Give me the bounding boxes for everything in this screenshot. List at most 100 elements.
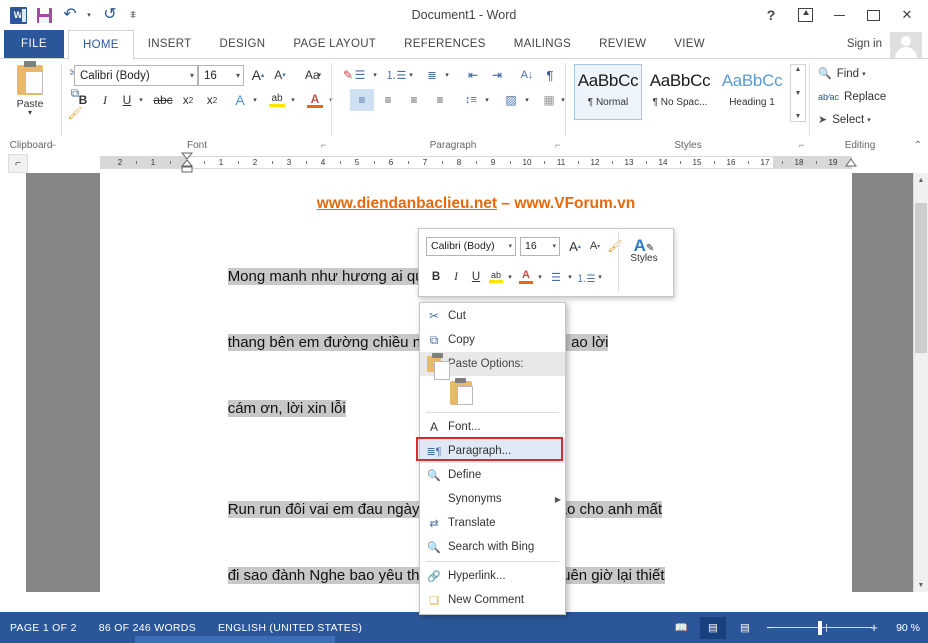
context-menu-item-paragraph[interactable]: ≣¶ Paragraph... <box>416 437 565 463</box>
shading-icon[interactable]: ▨ <box>500 89 522 111</box>
superscript-icon[interactable]: x2 <box>202 89 222 111</box>
tab-insert[interactable]: INSERT <box>134 30 206 58</box>
zoom-level-label[interactable]: 90 % <box>886 622 920 634</box>
font-size-dropdown-icon[interactable]: ▾ <box>236 71 240 80</box>
scrollbar-thumb[interactable] <box>915 203 927 353</box>
numbering-dropdown-icon[interactable]: ▾ <box>406 64 418 86</box>
context-menu-paste-option-keep-source[interactable] <box>420 376 565 410</box>
mini-bold-icon[interactable]: B <box>426 266 446 288</box>
select-button[interactable]: ➤ Select ▾ <box>818 113 871 127</box>
styles-more-icon[interactable]: ▼ <box>795 112 802 121</box>
context-menu[interactable]: ✂ Cut ⧉ Copy Paste Options: A Font... ≣¶… <box>416 302 566 615</box>
mini-shrink-font-icon[interactable]: A ▾ <box>585 235 605 257</box>
style-normal[interactable]: AaBbCc ¶ Normal <box>574 64 642 120</box>
font-color-icon[interactable]: A <box>304 89 326 111</box>
style-no-spacing[interactable]: AaBbCc ¶ No Spac... <box>646 64 714 120</box>
paste-keep-formatting-icon[interactable] <box>450 378 473 405</box>
paragraph-dialog-launcher[interactable]: ⌐ <box>555 141 564 150</box>
mini-numbering-icon[interactable]: ⒈☰ <box>576 266 596 288</box>
text-effects-icon[interactable]: A <box>230 89 250 111</box>
underline-icon[interactable]: U <box>118 89 136 111</box>
view-print-layout-icon[interactable]: ▤ <box>700 616 726 639</box>
mini-text-highlight-color-icon[interactable]: ab <box>486 266 506 288</box>
zoom-in-button[interactable]: + <box>868 621 880 634</box>
mini-toolbar[interactable]: Calibri (Body) ▾ 16 ▾ A ▴ A ▾ 🖌 B I U ab ▾… <box>418 228 674 297</box>
font-name-dropdown-icon[interactable]: ▾ <box>190 71 194 80</box>
mini-font-size-dropdown-icon[interactable]: ▾ <box>552 242 556 250</box>
style-heading-1[interactable]: AaBbCc Heading 1 <box>718 64 786 120</box>
styles-scroll-up-icon[interactable]: ▲ <box>795 65 802 74</box>
shrink-font-icon[interactable]: A ▾ <box>270 64 290 86</box>
change-case-icon[interactable]: Aa ▾ <box>296 64 330 86</box>
context-menu-item-search-with-bing[interactable]: 🔍 Search with Bing <box>420 535 565 559</box>
mini-grow-font-icon[interactable]: A ▴ <box>565 235 585 257</box>
context-menu-item-new-comment[interactable]: ❏ New Comment <box>420 588 565 612</box>
status-word-count[interactable]: 86 OF 246 WORDS <box>99 622 196 634</box>
context-menu-item-translate[interactable]: ⇄ Translate <box>420 511 565 535</box>
tab-page-layout[interactable]: PAGE LAYOUT <box>279 30 390 58</box>
mini-font-name-dropdown-icon[interactable]: ▾ <box>508 242 512 250</box>
mini-bullets-dropdown-icon[interactable]: ▾ <box>566 266 576 288</box>
mini-bullets-icon[interactable]: ☰ <box>546 266 566 288</box>
font-size-box[interactable]: 16 ▾ <box>198 65 244 86</box>
tab-view[interactable]: VIEW <box>660 30 719 58</box>
context-menu-item-font[interactable]: A Font... <box>420 415 565 439</box>
zoom-slider-thumb[interactable] <box>818 620 822 635</box>
align-right-icon[interactable]: ≡ <box>402 89 426 111</box>
align-center-icon[interactable]: ≡ <box>376 89 400 111</box>
numbering-icon[interactable]: ⒈☰ <box>386 64 407 86</box>
show-hide-marks-icon[interactable]: ¶ <box>540 64 560 86</box>
mini-font-name-box[interactable]: Calibri (Body) ▾ <box>426 236 516 256</box>
clipboard-dialog-launcher[interactable]: ⌐ <box>51 141 60 150</box>
paste-dropdown-icon[interactable]: ▾ <box>28 109 32 117</box>
maximize-icon[interactable] <box>856 2 890 28</box>
strikethrough-icon[interactable]: abc <box>152 89 174 111</box>
mini-italic-icon[interactable]: I <box>446 266 466 288</box>
heading-link[interactable]: www.diendanbaclieu.net <box>317 195 497 212</box>
mini-font-color-dropdown-icon[interactable]: ▾ <box>536 266 546 288</box>
paste-button[interactable]: Paste ▾ <box>8 61 52 125</box>
bullets-dropdown-icon[interactable]: ▾ <box>370 64 382 86</box>
font-name-box[interactable]: Calibri (Body) ▾ <box>74 65 198 86</box>
bullets-icon[interactable]: ☰ <box>350 64 370 86</box>
tab-stop-selector-icon[interactable]: ⌐ <box>8 154 28 173</box>
mini-font-size-box[interactable]: 16 ▾ <box>520 236 560 256</box>
subscript-icon[interactable]: x2 <box>178 89 198 111</box>
context-menu-item-define[interactable]: 🔍 Define <box>420 463 565 487</box>
right-indent-marker-icon[interactable] <box>845 158 857 168</box>
multilevel-list-dropdown-icon[interactable]: ▾ <box>442 64 454 86</box>
scroll-up-icon[interactable]: ▲ <box>914 173 928 187</box>
find-button[interactable]: 🔍 Find ▾ <box>818 67 866 81</box>
avatar[interactable] <box>890 32 922 58</box>
tab-home[interactable]: HOME <box>68 30 134 60</box>
replace-button[interactable]: ab⁄ac Replace <box>818 91 886 103</box>
help-icon[interactable]: ? <box>754 2 788 28</box>
mini-font-color-icon[interactable]: A <box>516 266 536 288</box>
line-spacing-dropdown-icon[interactable]: ▾ <box>482 89 494 111</box>
grow-font-icon[interactable]: A ▴ <box>248 64 268 86</box>
underline-dropdown-icon[interactable]: ▾ <box>136 89 148 111</box>
vertical-scrollbar[interactable]: ▲ ▼ <box>913 173 928 592</box>
context-menu-item-synonyms[interactable]: Synonyms ▶ <box>420 487 565 511</box>
taskbar-window-button[interactable] <box>135 636 335 643</box>
line-spacing-icon[interactable]: ↕≡ <box>460 89 482 111</box>
tab-mailings[interactable]: MAILINGS <box>500 30 585 58</box>
context-menu-item-cut[interactable]: ✂ Cut <box>420 304 565 328</box>
styles-dialog-launcher[interactable]: ⌐ <box>799 141 808 150</box>
decrease-indent-icon[interactable]: ⇤ <box>462 64 484 86</box>
tab-review[interactable]: REVIEW <box>585 30 660 58</box>
tab-file[interactable]: FILE <box>4 30 64 58</box>
sign-in-button[interactable]: Sign in <box>847 30 882 58</box>
ribbon-display-options-icon[interactable] <box>788 2 822 28</box>
tab-design[interactable]: DESIGN <box>205 30 279 58</box>
font-color-dropdown-icon[interactable]: ▾ <box>326 89 338 111</box>
bold-icon[interactable]: B <box>74 89 92 111</box>
styles-scroll-down-icon[interactable]: ▼ <box>795 89 802 98</box>
mini-numbering-dropdown-icon[interactable]: ▾ <box>596 266 606 288</box>
mini-styles-button[interactable]: A✎ Styles <box>618 231 669 292</box>
scroll-down-icon[interactable]: ▼ <box>914 578 928 592</box>
view-web-layout-icon[interactable]: ▤ <box>732 617 758 639</box>
close-icon[interactable]: ✕ <box>890 2 924 28</box>
indent-markers-icon[interactable] <box>180 152 194 173</box>
styles-scroll-buttons[interactable]: ▲ ▼ ▼ <box>790 64 806 122</box>
